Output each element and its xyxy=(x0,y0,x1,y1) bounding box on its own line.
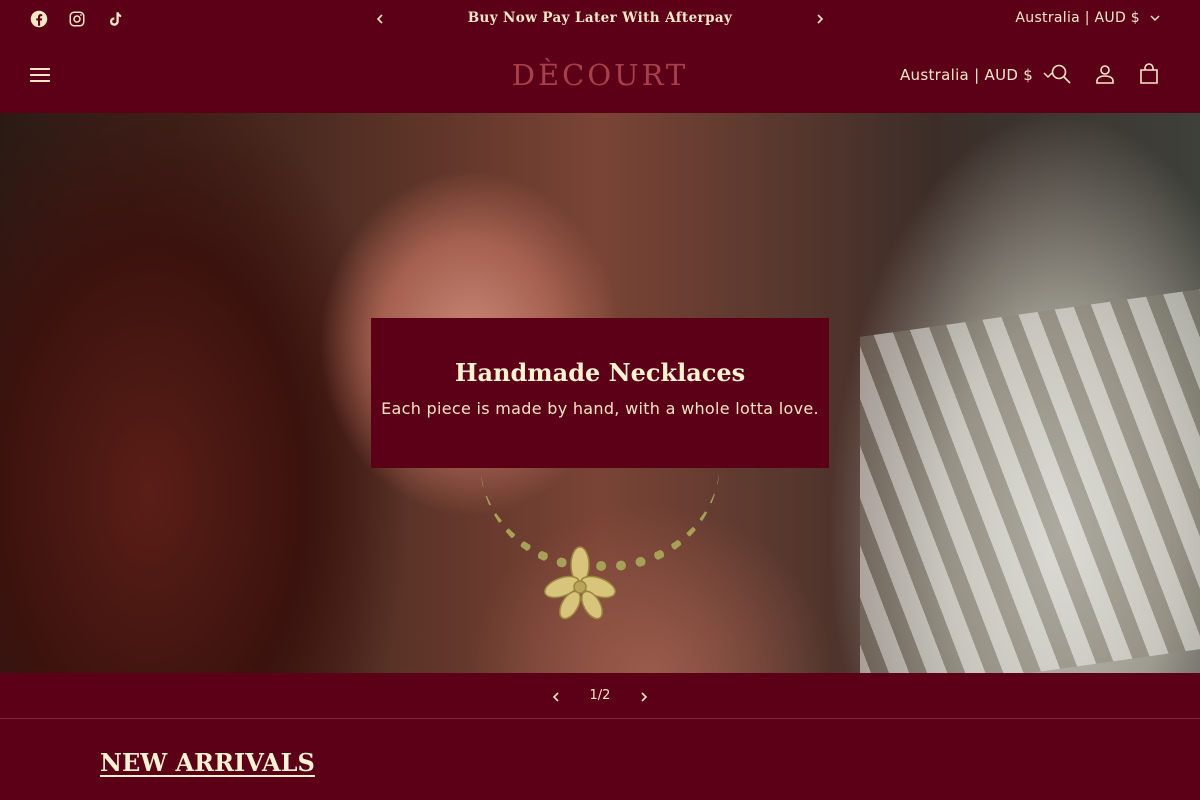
hero-subtitle: Each piece is made by hand, with a whole… xyxy=(381,399,819,418)
menu-button[interactable] xyxy=(30,64,54,86)
flower-pendant-icon xyxy=(540,543,620,623)
new-arrivals-heading[interactable]: NEW ARRIVALS xyxy=(100,748,315,777)
search-button[interactable] xyxy=(1049,62,1075,88)
slide-prev-button[interactable] xyxy=(546,687,566,707)
tiktok-icon[interactable] xyxy=(104,8,126,30)
cart-button[interactable] xyxy=(1137,62,1163,88)
chevron-left-icon xyxy=(376,14,383,24)
site-logo[interactable]: DÈCOURT xyxy=(500,58,700,92)
search-icon xyxy=(1051,64,1071,84)
hero-title: Handmade Necklaces xyxy=(454,358,746,387)
account-icon xyxy=(1096,65,1114,84)
chevron-right-icon xyxy=(641,692,648,702)
slide-next-button[interactable] xyxy=(634,687,654,707)
locale-selector[interactable]: Australia | AUD $ xyxy=(900,66,1053,84)
hero-image-shirt xyxy=(860,289,1200,673)
social-links xyxy=(28,8,126,30)
announcement-bar: Buy Now Pay Later With Afterpay Australi… xyxy=(0,0,1200,38)
announcement-next-button[interactable] xyxy=(810,9,830,29)
cart-icon xyxy=(1140,63,1158,84)
chevron-right-icon xyxy=(817,14,824,24)
chevron-down-icon xyxy=(1150,15,1160,22)
locale-label: Australia | AUD $ xyxy=(900,66,1034,84)
hero-banner: Handmade Necklaces Each piece is made by… xyxy=(0,113,1200,673)
site-header: DÈCOURT Australia | AUD $ xyxy=(0,38,1200,113)
locale-label: Australia | AUD $ xyxy=(1015,10,1140,26)
announcement-prev-button[interactable] xyxy=(370,9,390,29)
announcement-text: Buy Now Pay Later With Afterpay xyxy=(467,10,733,26)
hamburger-icon xyxy=(30,68,50,70)
slideshow-controls: 1/2 xyxy=(0,673,1200,719)
account-button[interactable] xyxy=(1093,62,1119,88)
instagram-icon[interactable] xyxy=(66,8,88,30)
hero-text-card: Handmade Necklaces Each piece is made by… xyxy=(371,318,829,468)
locale-selector-top[interactable]: Australia | AUD $ xyxy=(1015,10,1160,26)
facebook-icon[interactable] xyxy=(28,8,50,30)
chevron-left-icon xyxy=(552,692,559,702)
slide-counter: 1/2 xyxy=(589,688,611,703)
